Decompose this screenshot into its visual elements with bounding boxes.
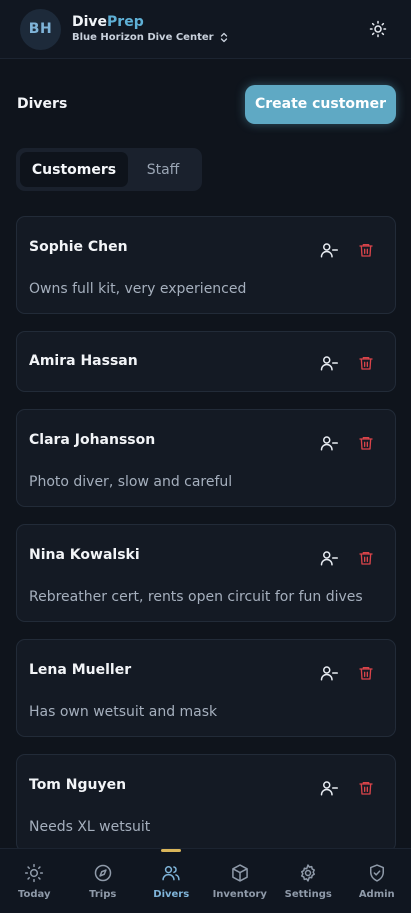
user-minus-icon[interactable]: [320, 434, 338, 452]
customer-note: Photo diver, slow and careful: [29, 474, 233, 490]
customer-card[interactable]: Sophie Chen Owns full kit, very experienc…: [16, 216, 396, 314]
sun-icon[interactable]: [369, 20, 387, 38]
customer-note: Rebreather cert, rents open circuit for …: [29, 589, 363, 605]
customer-name: Amira Hassan: [29, 353, 138, 369]
customer-card[interactable]: Tom Nguyen Needs XL wetsuit: [16, 754, 396, 852]
customer-name: Lena Mueller: [29, 662, 132, 678]
user-minus-icon[interactable]: [320, 241, 338, 259]
card-actions: [320, 434, 375, 452]
center-name: Blue Horizon Dive Center: [72, 32, 214, 43]
trash-icon[interactable]: [357, 664, 375, 682]
nav-item-divers[interactable]: Divers: [137, 849, 206, 913]
card-actions: [320, 549, 375, 567]
trash-icon[interactable]: [357, 434, 375, 452]
card-actions: [320, 664, 375, 682]
customer-card[interactable]: Clara Johansson Photo diver, slow and car…: [16, 409, 396, 507]
nav-label: Inventory: [212, 889, 267, 900]
sun-icon: [25, 863, 44, 883]
user-minus-icon[interactable]: [320, 779, 338, 797]
trash-icon[interactable]: [357, 354, 375, 372]
divers-tabs: Customers Staff: [16, 148, 202, 191]
card-actions: [320, 354, 375, 372]
users-icon: [162, 866, 180, 881]
customer-name: Clara Johansson: [29, 432, 156, 448]
page-title-row: Divers Create customer: [17, 84, 396, 124]
customer-card[interactable]: Amira Hassan: [16, 331, 396, 392]
create-customer-button[interactable]: Create customer: [245, 84, 396, 124]
customer-note: Has own wetsuit and mask: [29, 704, 218, 720]
brand-block: DivePrep Blue Horizon Dive Center: [72, 14, 228, 44]
customer-name: Tom Nguyen: [29, 777, 127, 793]
user-minus-icon[interactable]: [320, 354, 338, 372]
nav-label: Trips: [89, 889, 117, 900]
customer-list: Sophie Chen Owns full kit, very experienc…: [16, 216, 396, 869]
avatar-initials: BH: [28, 21, 53, 37]
nav-label: Admin: [358, 889, 395, 900]
trash-icon[interactable]: [357, 779, 375, 797]
shield-check-icon: [369, 864, 384, 882]
tab-customers[interactable]: Customers: [20, 152, 128, 187]
compass-icon: [94, 864, 111, 882]
app-header: BH DivePrep Blue Horizon Dive Center: [0, 0, 411, 59]
trash-icon[interactable]: [357, 241, 375, 259]
customer-note: Needs XL wetsuit: [29, 819, 151, 835]
app-name-accent: Prep: [107, 14, 144, 30]
card-actions: [320, 779, 375, 797]
nav-item-settings[interactable]: Settings: [274, 849, 343, 913]
nav-label: Settings: [284, 889, 332, 900]
nav-label: Today: [18, 889, 51, 900]
trash-icon[interactable]: [357, 549, 375, 567]
customer-note: Owns full kit, very experienced: [29, 281, 247, 297]
tab-staff[interactable]: Staff: [132, 152, 194, 187]
avatar[interactable]: BH: [20, 8, 61, 50]
customer-card[interactable]: Nina Kowalski Rebreather cert, rents open…: [16, 524, 396, 622]
gear-icon: [301, 864, 316, 882]
app-name-primary: Dive: [72, 14, 108, 30]
app-name: DivePrep: [72, 14, 228, 31]
box-icon: [231, 864, 248, 882]
customer-name: Nina Kowalski: [29, 547, 140, 563]
nav-item-today[interactable]: Today: [0, 849, 69, 913]
user-minus-icon[interactable]: [320, 549, 338, 567]
card-actions: [320, 241, 375, 259]
nav-item-trips[interactable]: Trips: [69, 849, 138, 913]
page-title: Divers: [17, 96, 68, 112]
chevron-up-down-icon: [220, 32, 227, 43]
center-switcher[interactable]: Blue Horizon Dive Center: [72, 31, 228, 44]
nav-item-admin[interactable]: Admin: [343, 849, 411, 913]
user-minus-icon[interactable]: [320, 664, 338, 682]
bottom-nav: Today Trips Divers Inventory Settings Ad…: [0, 848, 411, 913]
nav-item-inventory[interactable]: Inventory: [206, 849, 275, 913]
customer-card[interactable]: Lena Mueller Has own wetsuit and mask: [16, 639, 396, 737]
customer-name: Sophie Chen: [29, 239, 128, 255]
nav-label: Divers: [153, 889, 190, 900]
